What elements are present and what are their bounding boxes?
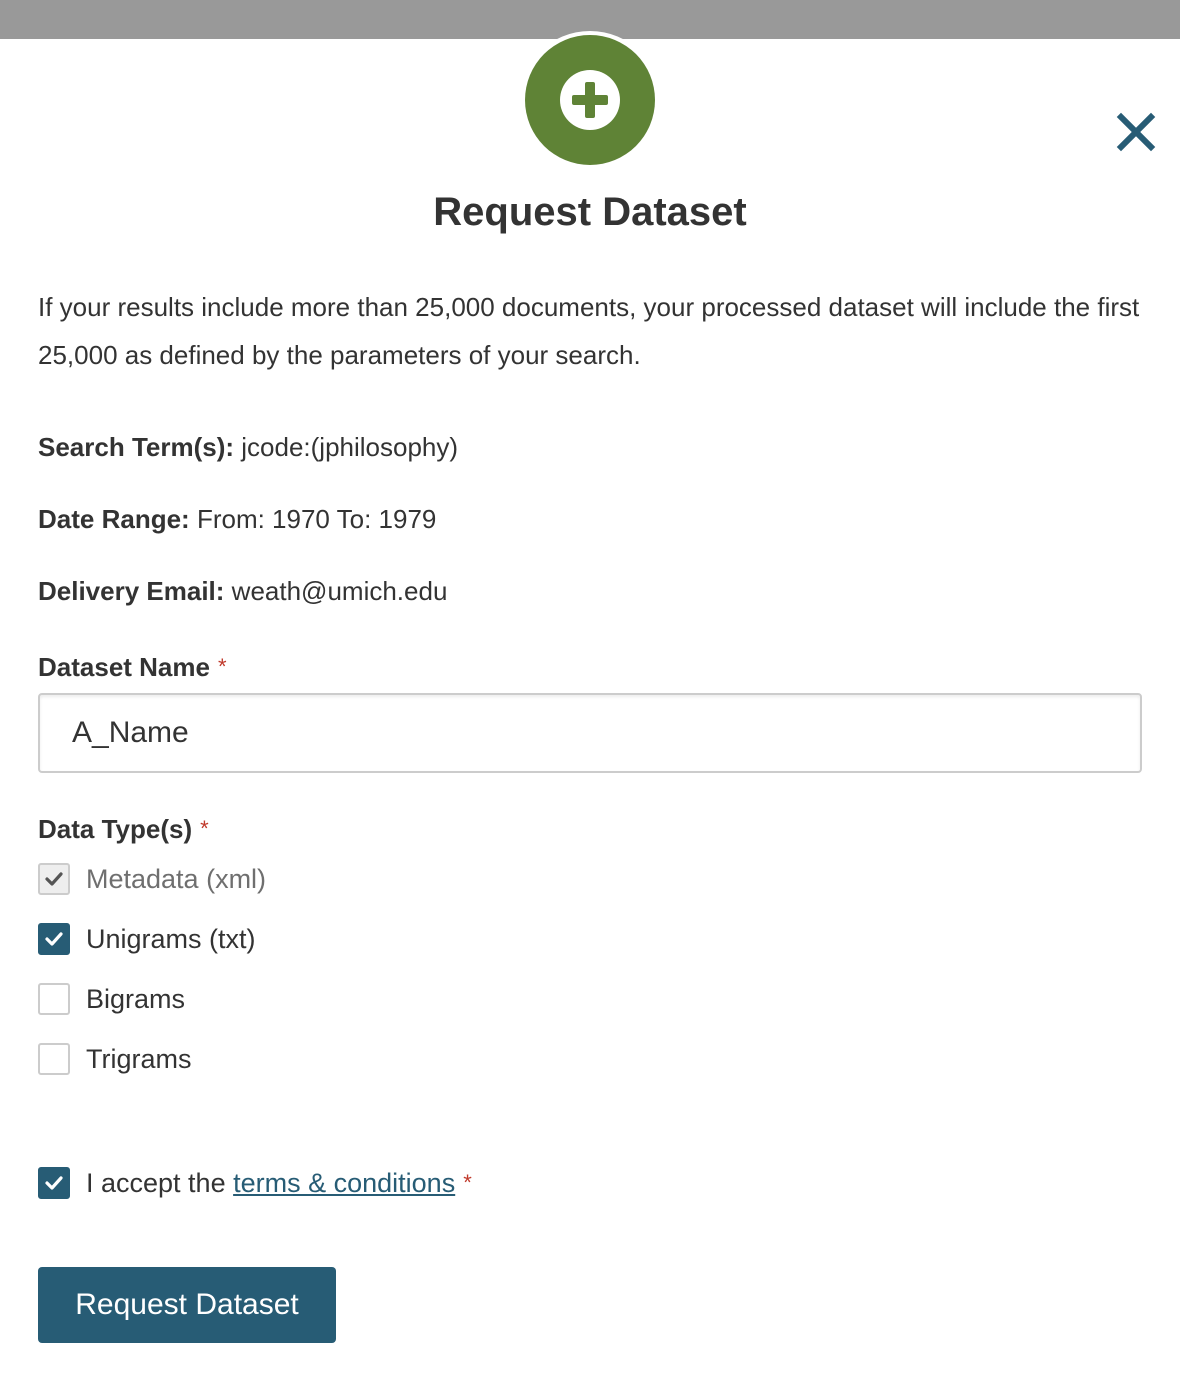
terms-prefix: I accept the <box>86 1168 226 1198</box>
checkmark-icon <box>45 1176 63 1190</box>
terms-checkbox[interactable] <box>38 1167 70 1199</box>
date-range-label: Date Range: <box>38 504 190 534</box>
data-type-trigrams[interactable]: Trigrams <box>38 1042 192 1076</box>
request-dataset-button[interactable]: Request Dataset <box>38 1267 336 1343</box>
metadata-checkbox <box>38 863 70 895</box>
required-marker: * <box>463 1170 472 1195</box>
required-marker: * <box>200 816 209 841</box>
trigrams-checkbox[interactable] <box>38 1043 70 1075</box>
data-type-unigrams[interactable]: Unigrams (txt) <box>38 922 256 956</box>
data-types-label-text: Data Type(s) <box>38 814 193 844</box>
bigrams-checkbox[interactable] <box>38 983 70 1015</box>
delivery-email-row: Delivery Email: weath@umich.edu <box>38 573 447 609</box>
terms-link[interactable]: terms & conditions <box>233 1168 455 1198</box>
terms-acceptance-row[interactable]: I accept the terms & conditions * <box>38 1166 472 1200</box>
search-terms-label: Search Term(s): <box>38 432 235 462</box>
unigrams-checkbox[interactable] <box>38 923 70 955</box>
dataset-name-input[interactable] <box>38 693 1142 773</box>
checkmark-icon <box>45 932 63 946</box>
data-type-metadata: Metadata (xml) <box>38 862 266 896</box>
required-marker: * <box>217 654 227 679</box>
data-types-label: Data Type(s) * <box>38 811 209 847</box>
bigrams-label[interactable]: Bigrams <box>86 982 185 1016</box>
date-range-row: Date Range: From: 1970 To: 1979 <box>38 501 436 537</box>
modal-title: Request Dataset <box>433 190 747 234</box>
checkmark-icon <box>45 872 63 886</box>
metadata-label: Metadata (xml) <box>86 864 267 894</box>
search-terms-value: jcode:(jphilosophy) <box>241 432 459 462</box>
terms-label: I accept the terms & conditions * <box>86 1166 472 1200</box>
search-terms-row: Search Term(s): jcode:(jphilosophy) <box>38 429 458 465</box>
date-range-value: From: 1970 To: 1979 <box>196 504 437 534</box>
close-button[interactable] <box>1116 112 1156 152</box>
delivery-email-value: weath@umich.edu <box>231 576 448 606</box>
dataset-name-label: Dataset Name * <box>38 649 227 685</box>
plus-circle-icon <box>560 70 620 130</box>
header-badge <box>525 35 655 165</box>
data-type-bigrams[interactable]: Bigrams <box>38 982 185 1016</box>
unigrams-label[interactable]: Unigrams (txt) <box>86 922 256 956</box>
delivery-email-label: Delivery Email: <box>38 576 225 606</box>
close-icon <box>1116 112 1156 152</box>
dataset-name-label-text: Dataset Name <box>38 652 210 682</box>
trigrams-label[interactable]: Trigrams <box>86 1042 192 1076</box>
intro-text: If your results include more than 25,000… <box>38 292 1140 370</box>
